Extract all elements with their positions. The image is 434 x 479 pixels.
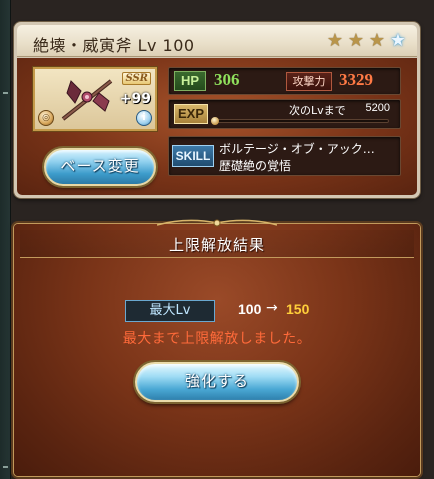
result-title: 上限解放結果 [168, 236, 265, 254]
plus-badge: +99 [119, 91, 151, 107]
ornament-icon [157, 219, 277, 227]
blue-star-icon: ★ [389, 30, 407, 51]
skill-label: SKILL [172, 145, 214, 167]
strip-tick [3, 466, 8, 468]
change-base-button[interactable]: ベース変更 [44, 148, 156, 186]
exp-row: EXP 次のLvまで 5200 [168, 99, 401, 129]
exp-bar [211, 117, 389, 125]
attack-label: 攻撃力 [286, 72, 332, 91]
hp-label: HP [174, 71, 206, 91]
max-lv-label: 最大Lv [125, 300, 215, 322]
max-lv-to: 150 [286, 301, 310, 317]
rarity-badge: SSR [122, 72, 151, 85]
gold-star-icon: ★ [347, 30, 365, 51]
weapon-title-bar: 絶壊・威寅斧 Lv 100 ★ ★ ★ ★ [17, 25, 417, 57]
gold-star-icon: ★ [326, 30, 344, 51]
arrow-right-icon: → [266, 300, 278, 316]
attack-value: 3329 [339, 70, 373, 89]
skill-name: ボルテージ・オブ・アック… [219, 142, 375, 156]
result-header: 上限解放結果 [20, 230, 414, 258]
enhance-button[interactable]: 強化する [135, 362, 299, 402]
gold-star-icon: ★ [368, 30, 386, 51]
info-icon[interactable]: i [136, 110, 152, 126]
element-icon: ◎ [38, 110, 54, 126]
exp-label: EXP [174, 104, 208, 124]
max-lv-from: 100 [238, 301, 262, 317]
weapon-title: 絶壊・威寅斧 Lv 100 [33, 36, 195, 55]
side-strip [0, 0, 11, 479]
result-message: 最大まで上限解放しました。 [122, 331, 312, 347]
hp-value: 306 [214, 70, 240, 89]
skill-subtitle: 歴礎絶の覚悟 [219, 159, 292, 173]
uncap-stars: ★ ★ ★ ★ [326, 32, 407, 50]
uncap-result-panel: 上限解放結果 最大Lv 100 → 150 最大まで上限解放しました。 強化する [14, 219, 420, 476]
weapon-thumbnail[interactable]: SSR +99 ◎ i [33, 67, 157, 131]
axe-icon [61, 79, 113, 121]
exp-next-label: 次のLvまで [289, 104, 346, 117]
exp-bar-knob [211, 117, 219, 125]
stats-row: HP 306 攻撃力 3329 [168, 67, 401, 95]
skill-row[interactable]: SKILL ボルテージ・オブ・アック… 歴礎絶の覚悟 [168, 136, 401, 176]
strip-tick [3, 92, 8, 94]
exp-next-value: 5200 [365, 102, 390, 114]
